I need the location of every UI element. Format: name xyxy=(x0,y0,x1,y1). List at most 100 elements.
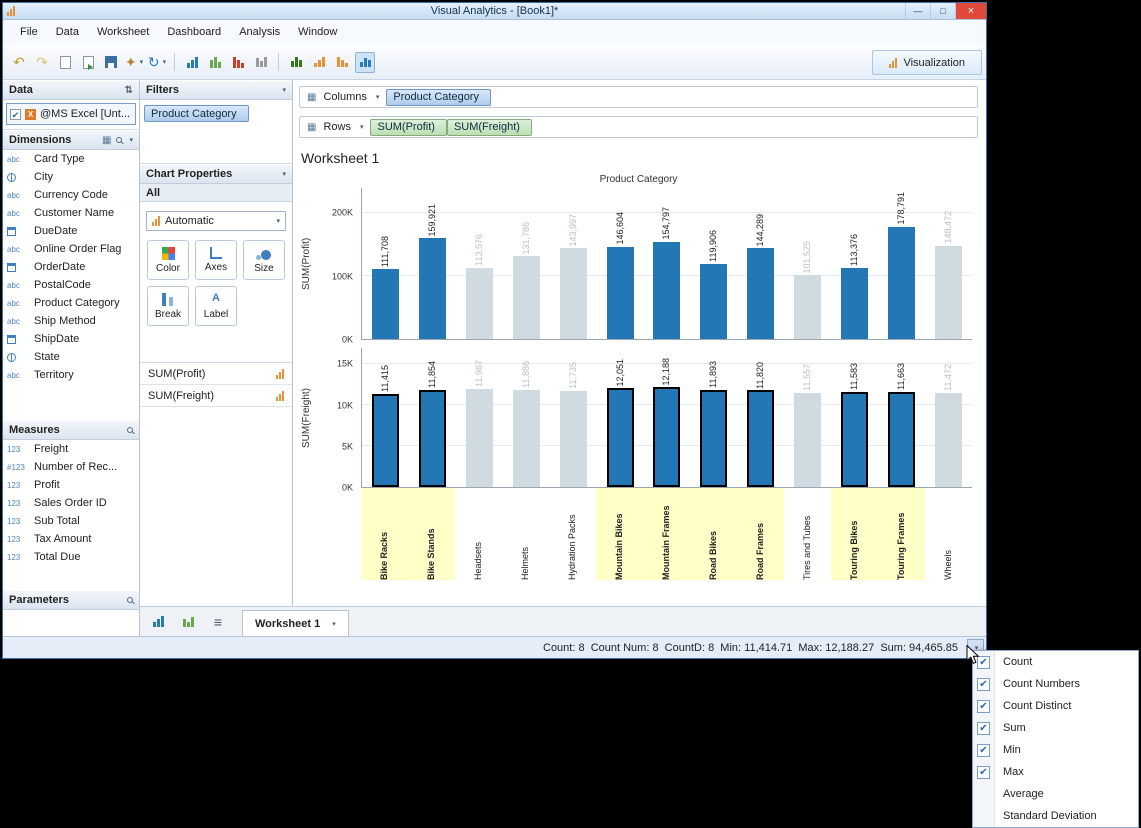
x-label-touring-frames[interactable]: Touring Frames xyxy=(878,488,925,580)
dimension-customer-name[interactable]: abc Customer Name xyxy=(3,204,139,222)
menu-item-sum[interactable]: ✔ Sum xyxy=(973,717,1138,739)
x-label-wheels[interactable]: Wheels xyxy=(925,488,972,580)
bar-mountain-frames[interactable] xyxy=(653,387,681,487)
tab-worksheet-1[interactable]: Worksheet 1 ▾ xyxy=(242,610,349,636)
property-button-axes[interactable]: Axes xyxy=(195,240,237,280)
bar-touring-frames[interactable] xyxy=(888,226,916,339)
measure-sub-total[interactable]: 123 Sub Total xyxy=(3,512,139,530)
menu-data[interactable]: Data xyxy=(47,22,88,42)
descending-chart-icon[interactable] xyxy=(228,52,248,73)
visualization-button[interactable]: Visualization xyxy=(872,50,982,75)
dimension-city[interactable]: City xyxy=(3,168,139,186)
swap-axes-icon[interactable] xyxy=(286,52,306,73)
bar-road-bikes[interactable] xyxy=(700,263,728,339)
columns-pill-product-category[interactable]: Product Category xyxy=(386,88,491,106)
property-button-label[interactable]: Label xyxy=(195,286,237,326)
bar-road-bikes[interactable] xyxy=(700,389,728,487)
show-visualization-icon[interactable] xyxy=(355,51,375,73)
menu-dashboard[interactable]: Dashboard xyxy=(158,22,230,42)
columns-shelf[interactable]: ▦ Columns ▾ Product Category xyxy=(299,86,978,108)
search-icon[interactable] xyxy=(127,427,133,433)
chart-properties-header[interactable]: Chart Properties ▾ xyxy=(140,164,292,184)
menu-window[interactable]: Window xyxy=(289,22,346,42)
bar-bike-stands[interactable] xyxy=(418,238,446,339)
refresh-icon[interactable]: ↻ ▾ xyxy=(147,52,167,73)
x-label-headsets[interactable]: Headsets xyxy=(455,488,502,580)
measure-number-of-rec[interactable]: #123 Number of Rec... xyxy=(3,458,139,476)
list-view-icon[interactable]: ≡ xyxy=(208,611,228,632)
menu-item-max[interactable]: ✔ Max xyxy=(973,761,1138,783)
rows-pill-sum-profit[interactable]: SUM(Profit) xyxy=(370,118,447,136)
maximize-button[interactable]: □ xyxy=(930,3,955,19)
menu-item-count-numbers[interactable]: ✔ Count Numbers xyxy=(973,673,1138,695)
dimension-card-type[interactable]: abc Card Type xyxy=(3,150,139,168)
bar-chart-icon[interactable] xyxy=(182,52,202,73)
undo-icon[interactable]: ↶ xyxy=(9,52,29,73)
menu-file[interactable]: File xyxy=(11,22,47,42)
rows-shelf[interactable]: ▦ Rows ▾ SUM(Profit) SUM(Freight) xyxy=(299,116,978,138)
bar-bike-racks[interactable] xyxy=(371,393,399,487)
bar-tires-and-tubes[interactable] xyxy=(794,275,822,339)
bar-road-frames[interactable] xyxy=(747,248,775,339)
table-grid-icon[interactable]: ▦ xyxy=(102,135,111,146)
dimension-territory[interactable]: abc Territory xyxy=(3,366,139,384)
filters-header[interactable]: Filters ▾ xyxy=(140,80,292,100)
chevron-down-icon[interactable]: ▾ xyxy=(282,86,286,94)
x-label-road-bikes[interactable]: Road Bikes xyxy=(690,488,737,580)
x-label-bike-stands[interactable]: Bike Stands xyxy=(408,488,455,580)
dimension-product-category[interactable]: abc Product Category xyxy=(3,294,139,312)
x-label-bike-racks[interactable]: Bike Racks xyxy=(361,488,408,580)
menu-analysis[interactable]: Analysis xyxy=(230,22,289,42)
x-label-mountain-frames[interactable]: Mountain Frames xyxy=(643,488,690,580)
dimension-shipdate[interactable]: ShipDate xyxy=(3,330,139,348)
property-button-break[interactable]: Break xyxy=(147,286,189,326)
filters-pills[interactable]: Product Category xyxy=(140,100,292,164)
magic-wand-icon[interactable]: ✦ ▾ xyxy=(124,52,144,73)
dimension-ship-method[interactable]: abc Ship Method xyxy=(3,312,139,330)
dimension-state[interactable]: State xyxy=(3,348,139,366)
bar-touring-bikes[interactable] xyxy=(841,267,869,339)
bar-mountain-frames[interactable] xyxy=(653,241,681,339)
measure-sales-order-id[interactable]: 123 Sales Order ID xyxy=(3,494,139,512)
bar-mountain-bikes[interactable] xyxy=(606,246,634,339)
new-worksheet-icon[interactable] xyxy=(148,611,168,632)
dimension-currency-code[interactable]: abc Currency Code xyxy=(3,186,139,204)
close-button[interactable]: × xyxy=(955,3,986,19)
property-button-color[interactable]: Color xyxy=(147,240,189,280)
measure-profit[interactable]: 123 Profit xyxy=(3,476,139,494)
chevron-down-icon[interactable]: ▾ xyxy=(282,170,286,178)
bar-hydration-packs[interactable] xyxy=(559,248,587,339)
sort-descending-icon[interactable] xyxy=(332,52,352,73)
series-row-sum-freight[interactable]: SUM(Freight) xyxy=(140,385,292,407)
save-icon[interactable] xyxy=(101,52,121,73)
x-label-helmets[interactable]: Helmets xyxy=(502,488,549,580)
bar-helmets[interactable] xyxy=(512,256,540,339)
property-button-size[interactable]: Size xyxy=(243,240,285,280)
bar-touring-bikes[interactable] xyxy=(841,392,869,487)
chevron-down-icon[interactable]: ▾ xyxy=(332,620,336,628)
redo-icon[interactable]: ↷ xyxy=(32,52,52,73)
export-icon[interactable] xyxy=(78,52,98,73)
sort-ascending-icon[interactable] xyxy=(309,52,329,73)
bar-tires-and-tubes[interactable] xyxy=(794,392,822,487)
menu-worksheet[interactable]: Worksheet xyxy=(88,22,158,42)
bar-touring-frames[interactable] xyxy=(888,391,916,487)
x-label-hydration-packs[interactable]: Hydration Packs xyxy=(549,488,596,580)
bar-hydration-packs[interactable] xyxy=(559,391,587,487)
dimension-orderdate[interactable]: OrderDate xyxy=(3,258,139,276)
measure-total-due[interactable]: 123 Total Due xyxy=(3,548,139,566)
chevron-down-icon[interactable]: ▾ xyxy=(129,136,133,144)
parameters-header[interactable]: Parameters xyxy=(3,590,139,610)
bar-road-frames[interactable] xyxy=(747,390,775,487)
new-document-icon[interactable] xyxy=(55,52,75,73)
bar-mountain-bikes[interactable] xyxy=(606,388,634,487)
bar-bike-stands[interactable] xyxy=(418,390,446,487)
percent-chart-icon[interactable] xyxy=(251,52,271,73)
x-label-tires-and-tubes[interactable]: Tires and Tubes xyxy=(784,488,831,580)
chart-type-select[interactable]: Automatic ▾ xyxy=(146,211,286,231)
new-dashboard-icon[interactable] xyxy=(178,611,198,632)
dimension-postalcode[interactable]: abc PostalCode xyxy=(3,276,139,294)
x-label-mountain-bikes[interactable]: Mountain Bikes xyxy=(596,488,643,580)
dimensions-header[interactable]: Dimensions ▦ ▾ xyxy=(3,130,139,150)
search-icon[interactable] xyxy=(127,597,133,603)
